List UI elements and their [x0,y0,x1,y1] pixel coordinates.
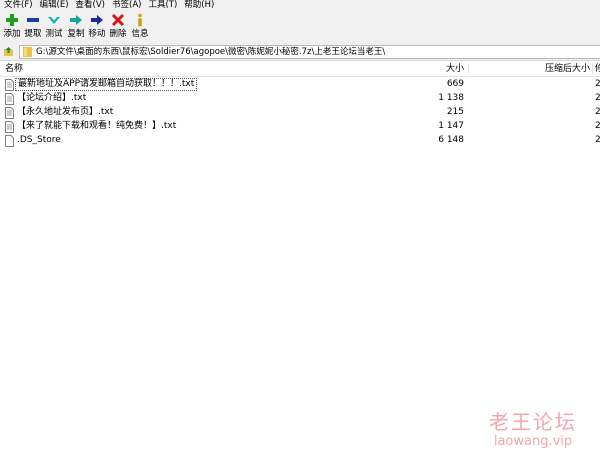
file-modified: 2 [595,79,600,89]
move-label: 移动 [88,29,106,39]
column-divider[interactable] [468,64,469,74]
table-row[interactable]: .DS_Store 6 148 2 [0,134,600,148]
menu-tools[interactable]: 工具(T) [144,0,180,11]
plus-icon [6,14,18,26]
file-size: 1 138 [438,93,464,103]
copy-label: 复制 [67,29,85,39]
table-row[interactable]: 【永久地址发布页】.txt 215 2 [0,106,600,120]
menu-bookmarks[interactable]: 书签(A) [108,0,144,11]
table-row[interactable]: 【来了就能下载和观看！纯免费！】.txt 1 147 2 [0,120,600,134]
copy-arrow-icon [70,15,82,25]
path-input[interactable]: G:\源文件\桌面的东西\鼠标宏\Soldier76\agopoe\微密\陈妮妮… [19,45,600,59]
folder-up-icon[interactable] [3,46,14,57]
address-bar: G:\源文件\桌面的东西\鼠标宏\Soldier76\agopoe\微密\陈妮妮… [0,43,600,61]
info-label: 信息 [131,29,149,39]
add-label: 添加 [3,29,21,39]
blank-file-icon [5,135,14,147]
copy-button[interactable]: 复制 [65,13,87,41]
text-file-icon [5,121,14,133]
delete-label: 删除 [109,29,127,39]
extract-label: 提取 [24,29,42,39]
text-file-icon [5,79,14,91]
test-button[interactable]: 测试 [43,13,65,41]
file-name: .DS_Store [17,135,61,145]
column-header: 名称 大小 压缩后大小 修 [0,62,600,77]
column-size[interactable]: 大小 [400,62,464,76]
column-name[interactable]: 名称 [5,62,23,76]
menu-edit[interactable]: 编辑(E) [36,0,72,11]
minus-icon [27,18,39,22]
folder-icon [23,47,32,57]
text-file-icon [5,107,14,119]
file-modified: 2 [595,121,600,131]
path-text: G:\源文件\桌面的东西\鼠标宏\Soldier76\agopoe\微密\陈妮妮… [36,47,386,57]
column-modified[interactable]: 修 [595,62,600,76]
move-arrow-icon [91,15,103,25]
column-packed-size[interactable]: 压缩后大小 [480,62,590,76]
extract-button[interactable]: 提取 [22,13,44,41]
move-button[interactable]: 移动 [86,13,108,41]
file-name: 【论坛介绍】.txt [17,93,87,103]
file-modified: 2 [595,93,600,103]
file-name: 【永久地址发布页】.txt [17,107,114,117]
table-row[interactable]: 最新地址及APP请发邮箱自动获取！！！.txt 669 2 [0,78,600,92]
file-list: 最新地址及APP请发邮箱自动获取！！！.txt 669 2 【论坛介绍】.txt… [0,78,600,148]
file-size: 215 [446,107,464,117]
file-modified: 2 [595,135,600,145]
file-size: 6 148 [438,135,464,145]
add-button[interactable]: 添加 [1,13,23,41]
delete-button[interactable]: 删除 [107,13,129,41]
watermark-title: 老王论坛 [489,410,577,434]
file-name: 【来了就能下载和观看！纯免费！】.txt [17,121,177,131]
menu-help[interactable]: 帮助(H) [180,0,217,11]
watermark-url: laowang.vip [493,434,573,449]
table-row[interactable]: 【论坛介绍】.txt 1 138 2 [0,92,600,106]
file-size: 669 [446,79,464,89]
menu-file[interactable]: 文件(F) [0,0,36,11]
delete-x-icon [111,13,125,27]
test-label: 测试 [45,29,63,39]
info-button[interactable]: 信息 [129,13,151,41]
file-name: 最新地址及APP请发邮箱自动获取！！！.txt [15,78,198,91]
check-icon [48,17,60,24]
info-icon [138,13,142,27]
file-size: 1 147 [438,121,464,131]
column-divider[interactable] [592,64,593,74]
text-file-icon [5,93,14,105]
menu-bar: 文件(F) 编辑(E) 查看(V) 书签(A) 工具(T) 帮助(H) [0,0,600,11]
file-modified: 2 [595,107,600,117]
watermark: 老王论坛 laowang.vip [478,410,588,450]
menu-view[interactable]: 查看(V) [72,0,108,11]
toolbar: 添加 提取 测试 复制 移动 删除 信息 [0,11,600,44]
